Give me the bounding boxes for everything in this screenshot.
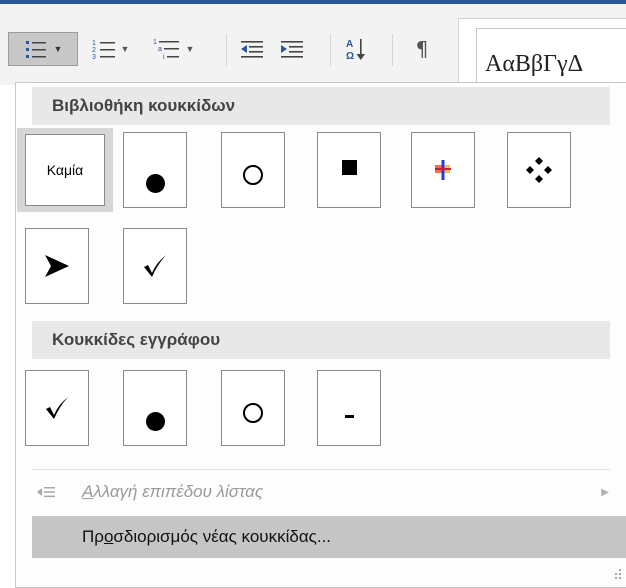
bullets-dropdown-menu: Βιβλιοθήκη κουκκίδων Καμία Κουκκίδες εγγ…: [15, 82, 626, 588]
document-bullet-dash[interactable]: [317, 370, 381, 446]
svg-text:a: a: [158, 46, 162, 53]
bullet-option-filled-circle[interactable]: [123, 132, 187, 208]
define-new-bullet-item[interactable]: Προσδιορισμός νέας κουκκίδας...: [32, 516, 626, 558]
svg-text:2: 2: [92, 47, 96, 54]
ribbon-separator: [330, 34, 331, 66]
bullet-list-icon: [25, 41, 46, 58]
filled-square-icon: [341, 159, 357, 175]
document-bullet-checkmark[interactable]: [25, 370, 89, 446]
svg-text:A: A: [346, 39, 353, 50]
decrease-indent-button[interactable]: [234, 34, 270, 64]
multilevel-list-icon: 1 a i: [153, 39, 179, 61]
hollow-circle-icon: [243, 165, 263, 185]
numbering-button[interactable]: 1 2 3 ▼: [82, 34, 138, 64]
increase-indent-button[interactable]: [274, 34, 310, 64]
document-bullet-hollow-circle[interactable]: [221, 370, 285, 446]
decrease-indent-icon: [241, 41, 263, 58]
checkmark-icon: [144, 255, 166, 277]
four-diamonds-icon: [526, 157, 552, 183]
dash-icon: [344, 414, 354, 418]
bullets-button[interactable]: ▼: [8, 32, 78, 66]
ribbon-separator: [392, 34, 393, 66]
chevron-down-icon: ▼: [185, 44, 195, 54]
multilevel-list-button[interactable]: 1 a i ▼: [140, 34, 206, 64]
bullet-option-filled-square[interactable]: [317, 132, 381, 208]
bullet-option-four-diamonds[interactable]: [507, 132, 571, 208]
document-bullet-filled-circle[interactable]: [123, 370, 187, 446]
numbered-list-icon: 1 2 3: [92, 40, 115, 60]
document-bullets-header: Κουκκίδες εγγράφου: [32, 321, 610, 359]
arrowhead-icon: [45, 255, 69, 277]
svg-text:Ω: Ω: [346, 51, 354, 62]
bullet-option-none-label: Καμία: [46, 162, 84, 178]
colored-cross-icon: [435, 160, 451, 180]
define-new-bullet-text-end: σδιορισμός νέας κουκκίδας...: [113, 527, 332, 546]
define-new-bullet-text-start: Πρ: [82, 527, 104, 546]
bullet-option-none-box: Καμία: [25, 134, 105, 206]
chevron-right-icon: ▶: [601, 486, 609, 498]
define-new-bullet-accesskey: ο: [103, 527, 114, 546]
ribbon-paragraph-group: ▼ 1 2 3 ▼ 1 a i ▼ A Ω ¶ AαBβΓγΔ: [0, 0, 626, 90]
bullet-option-checkmark[interactable]: [123, 228, 187, 304]
svg-text:1: 1: [92, 40, 96, 47]
pilcrow-icon: ¶: [415, 37, 429, 61]
change-list-level-accesskey: Α: [82, 482, 94, 501]
menu-divider: [32, 469, 610, 470]
resize-grip-icon[interactable]: [614, 567, 622, 579]
hollow-circle-icon: [243, 403, 263, 423]
change-list-level-label: Αλλαγή επιπέδου λίστας: [82, 482, 263, 502]
svg-text:3: 3: [92, 54, 96, 60]
increase-indent-icon: [281, 41, 303, 58]
change-list-level-icon: [37, 487, 55, 498]
svg-text:i: i: [163, 54, 165, 61]
sort-az-icon: A Ω: [346, 39, 365, 62]
bullet-option-colored-cross[interactable]: [411, 132, 475, 208]
filled-circle-icon: [145, 411, 165, 431]
bullet-library-header: Βιβλιοθήκη κουκκίδων: [32, 87, 610, 125]
svg-text:1: 1: [153, 39, 157, 46]
style-sample-normal[interactable]: AαBβΓγΔ: [476, 28, 626, 90]
define-new-bullet-label: Προσδιορισμός νέας κουκκίδας...: [82, 527, 331, 547]
ribbon-separator: [226, 34, 227, 66]
change-list-level-text: λλαγή επιπέδου λίστας: [93, 482, 264, 501]
chevron-down-icon: ▼: [53, 44, 63, 54]
bullet-option-none[interactable]: Καμία: [17, 128, 113, 212]
document-bullets-title: Κουκκίδες εγγράφου: [52, 330, 221, 349]
checkmark-icon: [46, 397, 68, 419]
filled-circle-icon: [145, 173, 165, 193]
chevron-down-icon: ▼: [120, 44, 130, 54]
show-formatting-button[interactable]: ¶: [404, 34, 440, 64]
bullet-library-title: Βιβλιοθήκη κουκκίδων: [52, 96, 236, 115]
bullet-option-hollow-circle[interactable]: [221, 132, 285, 208]
bullet-option-arrowhead[interactable]: [25, 228, 89, 304]
change-list-level-item[interactable]: Αλλαγή επιπέδου λίστας ▶: [16, 472, 626, 512]
sort-button[interactable]: A Ω: [338, 34, 374, 64]
ribbon-accent-line: [0, 0, 626, 4]
style-sample-text: AαBβΓγΔ: [485, 51, 584, 77]
